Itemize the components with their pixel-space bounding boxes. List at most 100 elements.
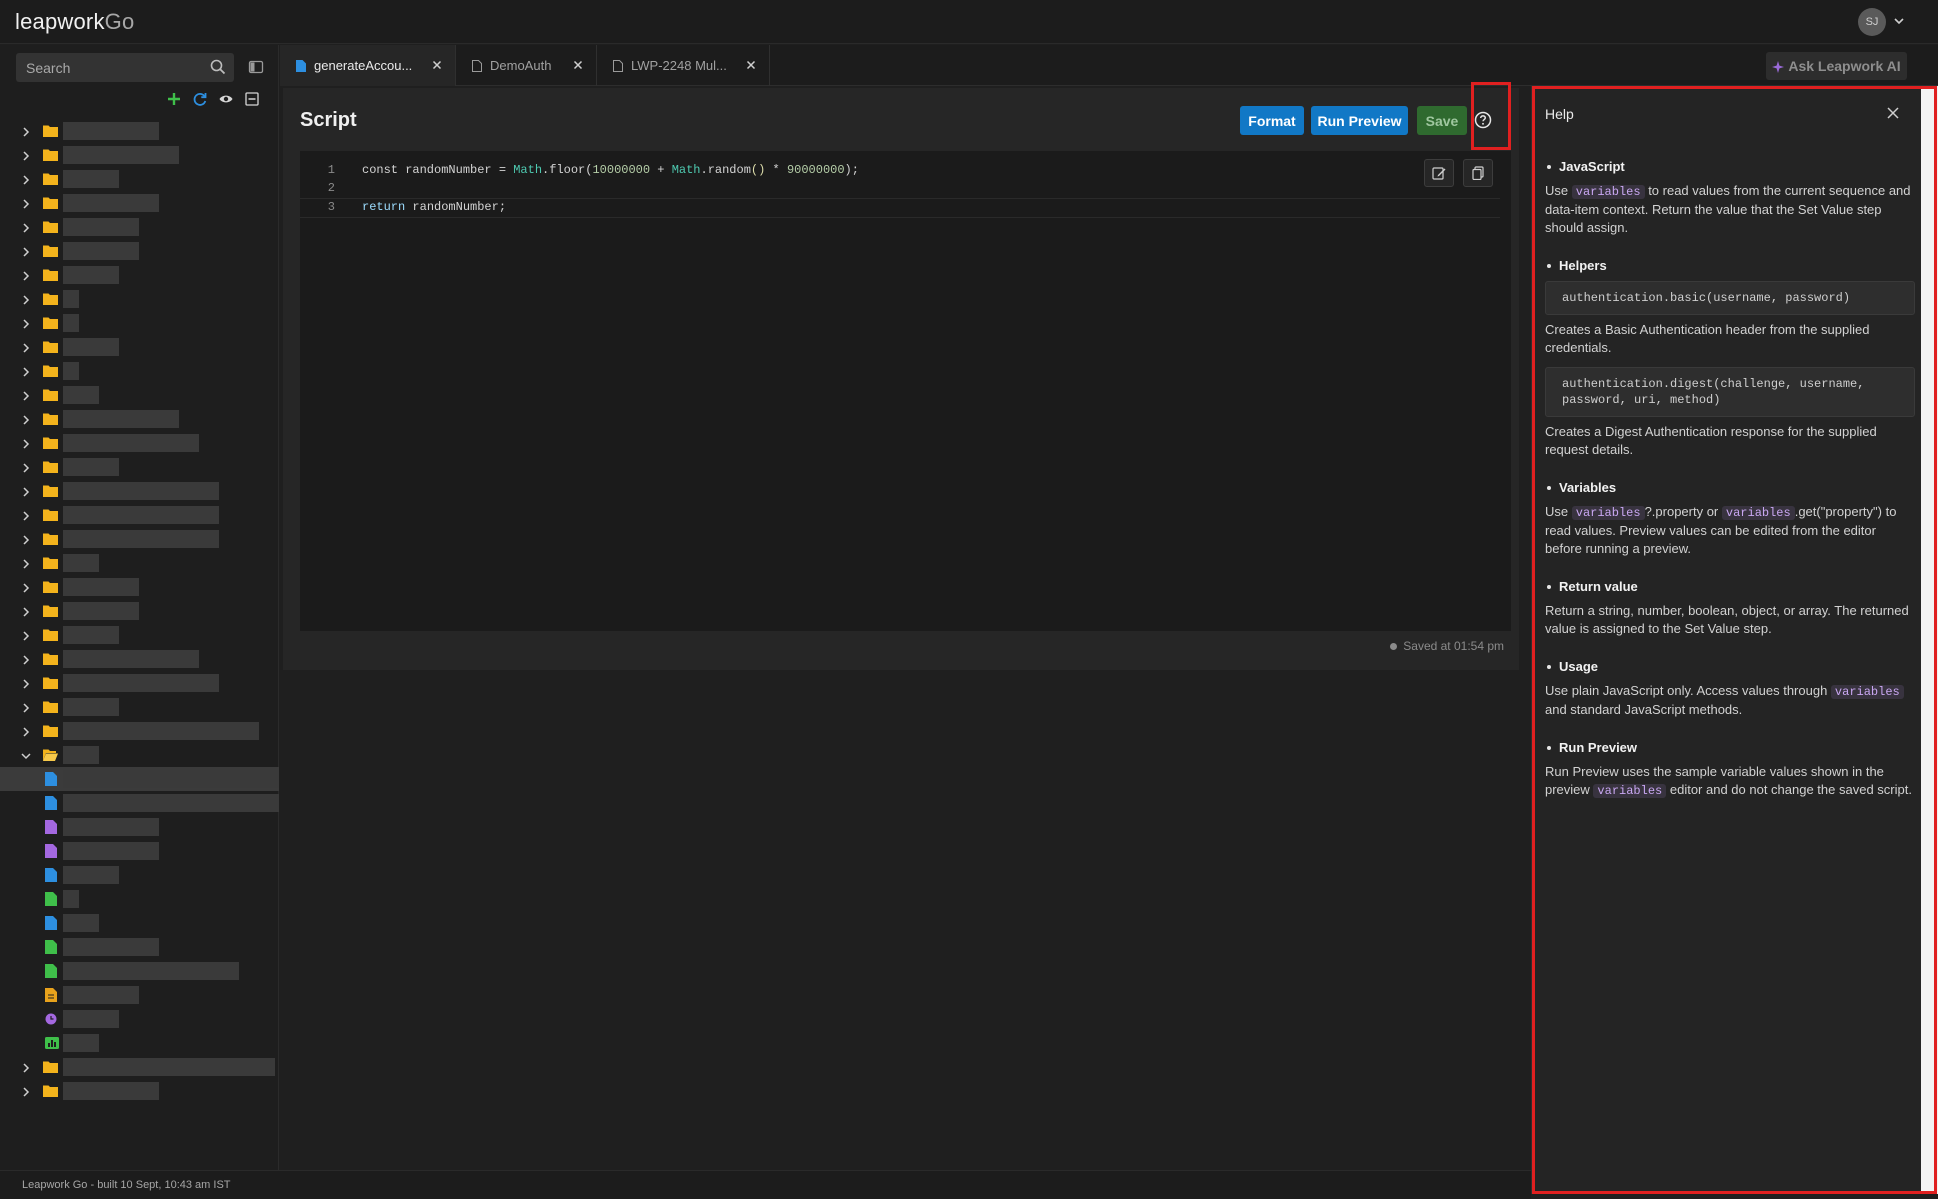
chevron-right-icon[interactable] — [20, 581, 32, 593]
tree-folder-row[interactable] — [0, 647, 279, 671]
tree-folder-row[interactable] — [0, 167, 279, 191]
chevron-right-icon[interactable] — [20, 221, 32, 233]
tree-folder-row[interactable] — [0, 431, 279, 455]
tree-folder-row[interactable] — [0, 215, 279, 239]
tree-folder-row[interactable] — [0, 239, 279, 263]
chevron-down-icon[interactable] — [1892, 14, 1906, 28]
chevron-right-icon[interactable] — [20, 317, 32, 329]
chevron-right-icon[interactable] — [20, 245, 32, 257]
tree-folder-row[interactable] — [0, 599, 279, 623]
chevron-right-icon[interactable] — [20, 341, 32, 353]
ask-leapwork-ai-button[interactable]: Ask Leapwork AI — [1766, 52, 1907, 80]
add-icon[interactable] — [166, 91, 182, 107]
eye-icon[interactable] — [218, 91, 234, 107]
folder-icon — [43, 364, 58, 377]
chevron-right-icon[interactable] — [20, 197, 32, 209]
tree-file-row-selected[interactable] — [0, 767, 279, 791]
tree-folder-row[interactable] — [0, 623, 279, 647]
edit-variables-button[interactable] — [1424, 159, 1454, 187]
tree-folder-row[interactable] — [0, 263, 279, 287]
collapse-all-icon[interactable] — [244, 91, 260, 107]
close-icon[interactable] — [572, 59, 584, 71]
chevron-down-icon[interactable] — [20, 749, 32, 761]
chevron-right-icon[interactable] — [20, 173, 32, 185]
chevron-right-icon[interactable] — [20, 1061, 32, 1073]
tree-folder-row[interactable] — [0, 1079, 279, 1103]
tree-folder-row[interactable] — [0, 287, 279, 311]
tree-folder-row[interactable] — [0, 503, 279, 527]
tree-folder-row[interactable] — [0, 527, 279, 551]
chevron-right-icon[interactable] — [20, 125, 32, 137]
search-input[interactable] — [26, 59, 206, 76]
chevron-right-icon[interactable] — [20, 389, 32, 401]
chevron-right-icon[interactable] — [20, 533, 32, 545]
chevron-right-icon[interactable] — [20, 725, 32, 737]
tree-file-row[interactable] — [0, 815, 279, 839]
tree-file-row[interactable] — [0, 887, 279, 911]
app-logo[interactable]: leapworkGo — [15, 9, 134, 35]
chevron-right-icon[interactable] — [20, 557, 32, 569]
script-file-icon — [296, 59, 306, 72]
tree-folder-row[interactable] — [0, 311, 279, 335]
tree-folder-row[interactable] — [0, 143, 279, 167]
chevron-right-icon[interactable] — [20, 437, 32, 449]
tree-folder-row[interactable] — [0, 695, 279, 719]
tree-folder-row[interactable] — [0, 359, 279, 383]
code-editor[interactable]: 1 const randomNumber = Math.floor(100000… — [300, 151, 1511, 631]
chevron-right-icon[interactable] — [20, 605, 32, 617]
copy-button[interactable] — [1463, 159, 1493, 187]
format-button[interactable]: Format — [1240, 106, 1304, 135]
tree-file-row[interactable] — [0, 863, 279, 887]
tab-demo-auth[interactable]: DemoAuth — [456, 45, 597, 86]
avatar[interactable]: SJ — [1858, 8, 1886, 36]
toggle-sidebar-icon[interactable] — [248, 59, 264, 75]
chevron-right-icon[interactable] — [20, 509, 32, 521]
save-button[interactable]: Save — [1417, 106, 1467, 135]
chevron-right-icon[interactable] — [20, 653, 32, 665]
refresh-icon[interactable] — [192, 91, 208, 107]
close-icon[interactable] — [1886, 106, 1900, 120]
tree-folder-row[interactable] — [0, 335, 279, 359]
tree-folder-row[interactable] — [0, 479, 279, 503]
chevron-right-icon[interactable] — [20, 293, 32, 305]
tree-file-row[interactable] — [0, 935, 279, 959]
tree-file-row[interactable] — [0, 911, 279, 935]
tree-file-row[interactable] — [0, 791, 279, 815]
tree-folder-row[interactable] — [0, 455, 279, 479]
tree-file-row[interactable] — [0, 983, 279, 1007]
chevron-right-icon[interactable] — [20, 269, 32, 281]
chevron-right-icon[interactable] — [20, 1085, 32, 1097]
tree-folder-row[interactable] — [0, 719, 279, 743]
tree-folder-row[interactable] — [0, 551, 279, 575]
help-circle-icon[interactable] — [1473, 110, 1493, 130]
chevron-right-icon[interactable] — [20, 701, 32, 713]
chevron-right-icon[interactable] — [20, 485, 32, 497]
tab-lwp-2248[interactable]: LWP-2248 Mul... — [597, 45, 770, 86]
tree-file-row[interactable] — [0, 959, 279, 983]
scrollbar-track[interactable] — [1921, 86, 1938, 1194]
tree-folder-row[interactable] — [0, 191, 279, 215]
tree-folder-row-expanded[interactable] — [0, 743, 279, 767]
chevron-right-icon[interactable] — [20, 461, 32, 473]
tree-file-row[interactable] — [0, 1031, 279, 1055]
chevron-right-icon[interactable] — [20, 149, 32, 161]
chevron-right-icon[interactable] — [20, 677, 32, 689]
close-icon[interactable] — [745, 59, 757, 71]
tree-folder-row[interactable] — [0, 671, 279, 695]
tree-folder-row[interactable] — [0, 575, 279, 599]
flow-file-icon — [45, 844, 57, 858]
close-icon[interactable] — [431, 59, 443, 71]
chevron-right-icon[interactable] — [20, 413, 32, 425]
chevron-right-icon[interactable] — [20, 629, 32, 641]
tab-generate-account[interactable]: generateAccou... — [280, 45, 456, 86]
tree-file-row[interactable] — [0, 839, 279, 863]
run-preview-button[interactable]: Run Preview — [1311, 106, 1408, 135]
tree-file-row[interactable] — [0, 1007, 279, 1031]
help-paragraph: Use variables ?.property or variables .get… — [1545, 503, 1915, 558]
chevron-right-icon[interactable] — [20, 365, 32, 377]
search-icon[interactable] — [210, 59, 226, 75]
tree-folder-row[interactable] — [0, 383, 279, 407]
tree-folder-row[interactable] — [0, 407, 279, 431]
tree-folder-row[interactable] — [0, 1055, 279, 1079]
tree-folder-row[interactable] — [0, 119, 279, 143]
